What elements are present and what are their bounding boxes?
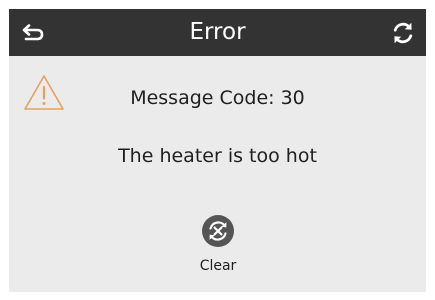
error-screen: Error Message Code: 30 The heater is too…	[9, 9, 426, 292]
error-message: The heater is too hot	[118, 145, 317, 167]
page-title: Error	[189, 19, 246, 45]
clear-button[interactable]: Clear	[187, 215, 249, 279]
header-bar: Error	[9, 9, 426, 56]
message-code: Message Code: 30	[130, 87, 305, 109]
clear-label: Clear	[199, 258, 237, 274]
clear-icon	[202, 215, 234, 247]
refresh-button[interactable]	[390, 20, 416, 46]
refresh-icon	[393, 22, 413, 44]
